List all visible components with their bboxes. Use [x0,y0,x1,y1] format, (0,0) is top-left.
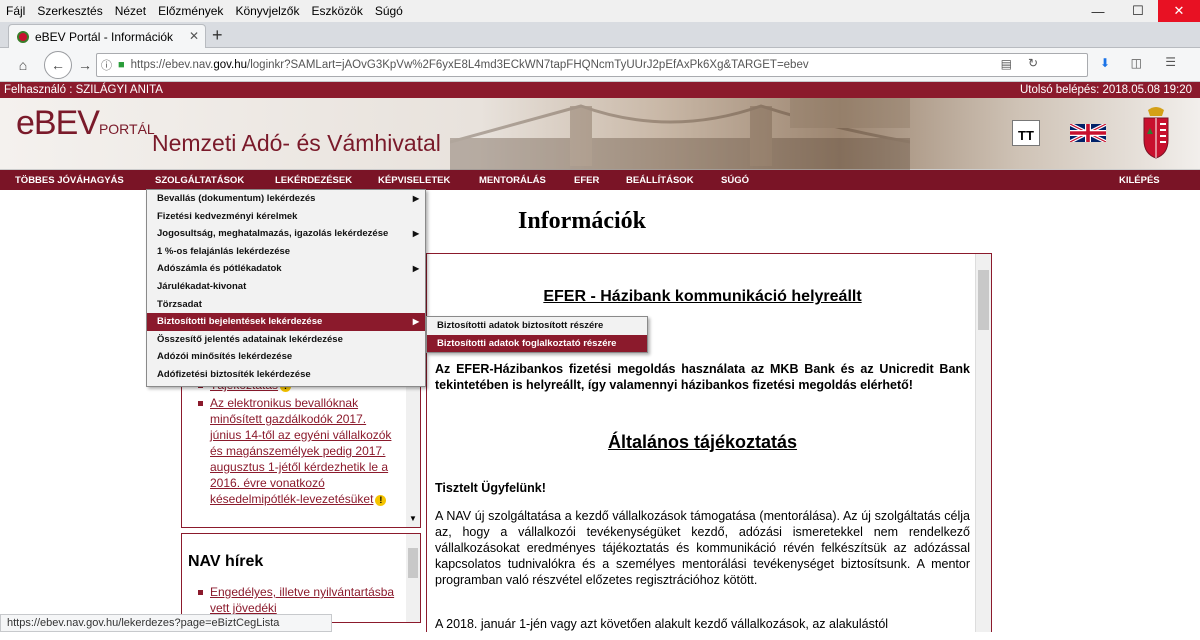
reload-icon[interactable]: ↻ [1028,56,1038,70]
home-icon[interactable]: ⌂ [12,54,34,76]
submenu-arrow-icon: ▶ [412,317,419,327]
biztositotti-submenu: Biztosítotti adatok biztosított részére … [426,316,648,353]
efer-heading: EFER - Házibank kommunikáció helyreállt [543,288,862,305]
menu-history[interactable]: Előzmények [158,4,223,18]
menu-bookmarks[interactable]: Könyvjelzők [235,4,299,18]
nav-hirek-title: NAV hírek [188,553,264,570]
tab-close-icon[interactable]: ✕ [189,29,199,43]
maximize-icon[interactable]: ☐ [1118,0,1158,22]
menu-sugo[interactable]: SÚGÓ [721,175,749,186]
url-text: https://ebev.nav.gov.hu/loginkr?SAMLart=… [130,59,809,71]
dropdown-item-1-szazalek[interactable]: 1 %-os felajánlás lekérdezése [147,243,425,261]
back-icon[interactable]: ← [44,51,72,79]
menu-szolgaltatasok[interactable]: SZOLGÁLTATÁSOK [155,175,244,186]
left-news-list: Tájékoztatás! Az elektronikus bevallókna… [198,377,398,509]
submenu-arrow-icon: ▶ [412,264,419,274]
close-window-icon[interactable]: ✕ [1158,0,1200,22]
menu-efer[interactable]: EFER [574,175,599,186]
nav-hirek-scrollbar[interactable] [406,534,420,622]
dropdown-item-jogosultsag[interactable]: Jogosultság, meghatalmazás, igazolás lek… [147,225,425,243]
dropdown-item-adofizetesi-biztositek[interactable]: Adófizetési biztosíték lekérdezése [147,366,425,384]
dropdown-item-torzsadat[interactable]: Törzsadat [147,296,425,314]
menu-lekerdezesek[interactable]: LEKÉRDEZÉSEK [275,175,352,186]
chain-bridge-image [450,98,910,170]
menu-kilepes[interactable]: KILÉPÉS [1119,175,1160,186]
list-item[interactable]: Engedélyes, illetve nyilvántartásba vett… [198,584,398,616]
menu-view[interactable]: Nézet [115,4,146,18]
mentoring-paragraph: A NAV új szolgáltatása a kezdő vállalkoz… [435,509,970,587]
dropdown-item-adozoi-minosites[interactable]: Adózói minősítés lekérdezése [147,348,425,366]
nav-brand-name: Nemzeti Adó- és Vámhivatal [152,130,441,156]
hungarian-crest-icon [1143,107,1169,159]
dropdown-item-fizetesi-kedvezmeny[interactable]: Fizetési kedvezményi kérelmek [147,208,425,226]
nav-hirek-box: NAV hírek Engedélyes, illetve nyilvántar… [181,533,421,623]
last-login: Utolsó belépés: 2018.05.08 19:20 [1020,84,1192,96]
forward-icon[interactable]: → [74,54,96,76]
scroll-down-icon[interactable]: ▼ [409,514,417,523]
submenu-arrow-icon: ▶ [412,194,419,203]
favicon-icon [17,30,29,43]
sidebar-icon[interactable]: ◫ [1131,56,1142,70]
hamburger-menu-icon[interactable]: ☰ [1165,55,1176,69]
submenu-item-foglalkoztato[interactable]: Biztosítotti adatok foglalkoztató részér… [427,334,647,353]
startup-paragraph: A 2018. január 1-jén vagy azt követően a… [435,617,889,631]
dropdown-item-osszesito-jelentes[interactable]: Összesítő jelentés adatainak lekérdezése [147,331,425,349]
menu-help[interactable]: Súgó [375,4,403,18]
submenu-item-biztositott[interactable]: Biztosítotti adatok biztosított részére [427,317,647,335]
reader-view-icon[interactable]: ▤ [1001,57,1012,71]
lekerdezesek-dropdown: Bevallás (dokumentum) lekérdezés ▶ Fizeté… [146,189,426,387]
greeting: Tisztelt Ügyfelünk! [435,481,546,495]
menu-file[interactable]: Fájl [6,4,25,18]
lock-icon: ■ [118,59,125,71]
english-flag-icon[interactable] [1070,124,1106,142]
window-bottom-edge [0,632,1200,640]
nav-hirek-list: Engedélyes, illetve nyilvántartásba vett… [198,584,398,618]
general-heading: Általános tájékoztatás [607,432,798,452]
dropdown-item-adoszamla[interactable]: Adószámla és pótlékadatok ▶ [147,260,425,278]
browser-window: Fájl Szerkesztés Nézet Előzmények Könyvj… [0,0,1200,640]
user-bar: Felhasználó : SZILÁGYI ANITA Utolsó belé… [0,82,1200,98]
download-icon[interactable]: ⬇ [1100,56,1110,70]
font-size-button[interactable]: TT [1012,120,1040,146]
browser-tab[interactable]: eBEV Portál - Információk ✕ [8,24,206,48]
main-menu: TÖBBES JÓVÁHAGYÁS SZOLGÁLTATÁSOK LEKÉRDE… [0,170,1200,190]
tab-title: eBEV Portál - Információk [35,29,174,44]
window-controls: — ☐ ✕ [1078,0,1200,22]
status-bar-url: https://ebev.nav.gov.hu/lekerdezes?page=… [0,614,332,632]
dropdown-item-bevallas[interactable]: Bevallás (dokumentum) lekérdezés ▶ [147,190,425,208]
minimize-icon[interactable]: — [1078,0,1118,22]
url-bar[interactable]: ⓘ ■ https://ebev.nav.gov.hu/loginkr?SAML… [96,53,1088,77]
new-tab-icon[interactable]: + [212,25,223,46]
tab-strip: eBEV Portál - Információk ✕ + [0,22,1200,48]
menu-edit[interactable]: Szerkesztés [37,4,102,18]
navigation-bar: ⌂ ← → ⓘ ■ https://ebev.nav.gov.hu/logink… [0,48,1200,82]
menu-mentoralas[interactable]: MENTORÁLÁS [479,175,546,186]
menu-kepviseletek[interactable]: KÉPVISELETEK [378,175,450,186]
page-title: Információk [518,208,646,234]
page-info-icon[interactable]: ⓘ [101,57,112,73]
menu-beallitasok[interactable]: BEÁLLÍTÁSOK [626,175,694,186]
user-label: Felhasználó : SZILÁGYI ANITA [4,84,163,96]
menu-tobbes-jovahagyas[interactable]: TÖBBES JÓVÁHAGYÁS [15,175,124,186]
browser-menubar: Fájl Szerkesztés Nézet Előzmények Könyvj… [0,0,1200,22]
warning-icon: ! [375,495,387,506]
dropdown-item-biztositotti-bejelentesek[interactable]: Biztosítotti bejelentések lekérdezése ▶ [147,313,425,331]
main-info-box: EFER - Házibank kommunikáció helyreállt … [426,253,992,633]
ebev-logo[interactable]: eBEVPORTÁL [16,104,155,143]
main-scrollbar[interactable] [975,254,991,632]
submenu-arrow-icon: ▶ [412,229,419,239]
list-item[interactable]: Az elektronikus bevallóknak minősített g… [198,395,398,507]
efer-text: Az EFER-Házibankos fizetési megoldás has… [435,362,970,392]
dropdown-item-jarulekadat[interactable]: Járulékadat-kivonat [147,278,425,296]
menu-tools[interactable]: Eszközök [311,4,362,18]
